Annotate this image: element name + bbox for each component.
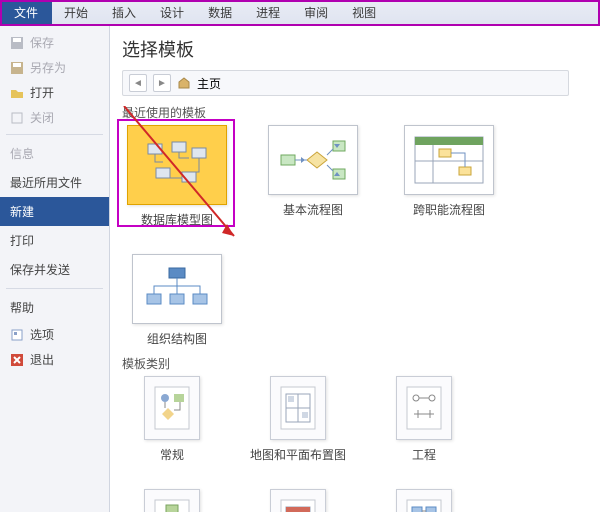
category-label: 常规	[160, 446, 184, 463]
sidebar-save[interactable]: 保存	[0, 30, 109, 55]
open-icon	[10, 86, 24, 100]
category-tile-flowchart[interactable]: 流程图	[122, 489, 222, 512]
template-label: 跨职能流程图	[413, 201, 485, 218]
sidebar-item-label: 退出	[30, 351, 54, 368]
ribbon: 文件 开始 插入 设计 数据 进程 审阅 视图	[0, 0, 600, 26]
ribbon-tab-insert[interactable]: 插入	[100, 0, 148, 25]
ribbon-tab-home[interactable]: 开始	[52, 0, 100, 25]
recent-templates-header: 最近使用的模板	[122, 104, 588, 121]
category-tile-general[interactable]: 常规	[122, 376, 222, 463]
page-title: 选择模板	[122, 36, 588, 62]
sidebar-exit[interactable]: 退出	[0, 347, 109, 372]
breadcrumb: ◄ ► 主页	[122, 70, 569, 96]
ribbon-tab-view[interactable]: 视图	[340, 0, 388, 25]
category-thumb	[396, 489, 452, 512]
sidebar-print[interactable]: 打印	[0, 226, 109, 255]
sidebar-item-label: 新建	[10, 203, 34, 220]
sidebar-item-label: 最近所用文件	[10, 174, 82, 191]
category-tile-maps[interactable]: 地图和平面布置图	[248, 376, 348, 463]
template-tile-basic-flowchart[interactable]: 基本流程图	[258, 125, 368, 228]
recent-templates-grid: 数据库模型图 基本流程图 跨职能流程图 组织结构图	[122, 125, 588, 347]
sidebar-info[interactable]: 信息	[0, 139, 109, 168]
exit-icon	[10, 353, 24, 367]
ribbon-tab-review[interactable]: 审阅	[292, 0, 340, 25]
backstage-sidebar: 保存 另存为 打开 关闭 信息 最近所用文件 新建 打印 保存并发送 帮助 选项…	[0, 26, 110, 512]
category-thumb	[270, 489, 326, 512]
template-tile-database-model[interactable]: 数据库模型图	[122, 125, 232, 228]
sidebar-new[interactable]: 新建	[0, 197, 109, 226]
sidebar-item-label: 打开	[30, 84, 54, 101]
sidebar-close[interactable]: 关闭	[0, 105, 109, 130]
ribbon-tab-process[interactable]: 进程	[244, 0, 292, 25]
category-tile-schedule[interactable]: 日程安排	[248, 489, 348, 512]
sidebar-item-label: 帮助	[10, 299, 34, 316]
template-thumb	[268, 125, 358, 195]
ribbon-tab-data[interactable]: 数据	[196, 0, 244, 25]
category-label: 工程	[412, 446, 436, 463]
sidebar-item-label: 选项	[30, 326, 54, 343]
sidebar-recent[interactable]: 最近所用文件	[0, 168, 109, 197]
category-thumb	[270, 376, 326, 440]
sidebar-item-label: 信息	[10, 145, 34, 162]
template-label: 基本流程图	[283, 201, 343, 218]
template-tile-cross-functional[interactable]: 跨职能流程图	[394, 125, 504, 228]
template-thumb	[127, 125, 227, 205]
sidebar-item-label: 保存并发送	[10, 261, 70, 278]
sidebar-item-label: 另存为	[30, 59, 66, 76]
category-thumb	[144, 376, 200, 440]
template-categories-header: 模板类别	[122, 355, 588, 372]
sidebar-item-label: 关闭	[30, 109, 54, 126]
sidebar-save-send[interactable]: 保存并发送	[0, 255, 109, 284]
category-thumb	[144, 489, 200, 512]
save-icon	[10, 36, 24, 50]
template-tile-org-chart[interactable]: 组织结构图	[122, 254, 232, 347]
sidebar-item-label: 打印	[10, 232, 34, 249]
template-label: 数据库模型图	[141, 211, 213, 228]
category-tile-software-db[interactable]: 软件和数据库	[374, 489, 474, 512]
content-area: 选择模板 ◄ ► 主页 最近使用的模板 数据库模型图 基本流程图	[110, 26, 600, 512]
home-icon	[177, 76, 191, 90]
category-label: 地图和平面布置图	[250, 446, 346, 463]
template-label: 组织结构图	[147, 330, 207, 347]
breadcrumb-forward-button[interactable]: ►	[153, 74, 171, 92]
category-thumb	[396, 376, 452, 440]
sidebar-options[interactable]: 选项	[0, 322, 109, 347]
options-icon	[10, 328, 24, 342]
sidebar-item-label: 保存	[30, 34, 54, 51]
sidebar-help[interactable]: 帮助	[0, 293, 109, 322]
template-categories-grid: 常规 地图和平面布置图 工程 流程图 日程安排 软件和数据库	[122, 376, 588, 512]
template-thumb	[404, 125, 494, 195]
save-as-icon	[10, 61, 24, 75]
sidebar-open[interactable]: 打开	[0, 80, 109, 105]
sidebar-save-as[interactable]: 另存为	[0, 55, 109, 80]
breadcrumb-back-button[interactable]: ◄	[129, 74, 147, 92]
breadcrumb-home[interactable]: 主页	[197, 75, 221, 92]
ribbon-tab-design[interactable]: 设计	[148, 0, 196, 25]
category-tile-engineering[interactable]: 工程	[374, 376, 474, 463]
template-thumb	[132, 254, 222, 324]
ribbon-file-tab[interactable]: 文件	[0, 0, 52, 25]
close-icon	[10, 111, 24, 125]
